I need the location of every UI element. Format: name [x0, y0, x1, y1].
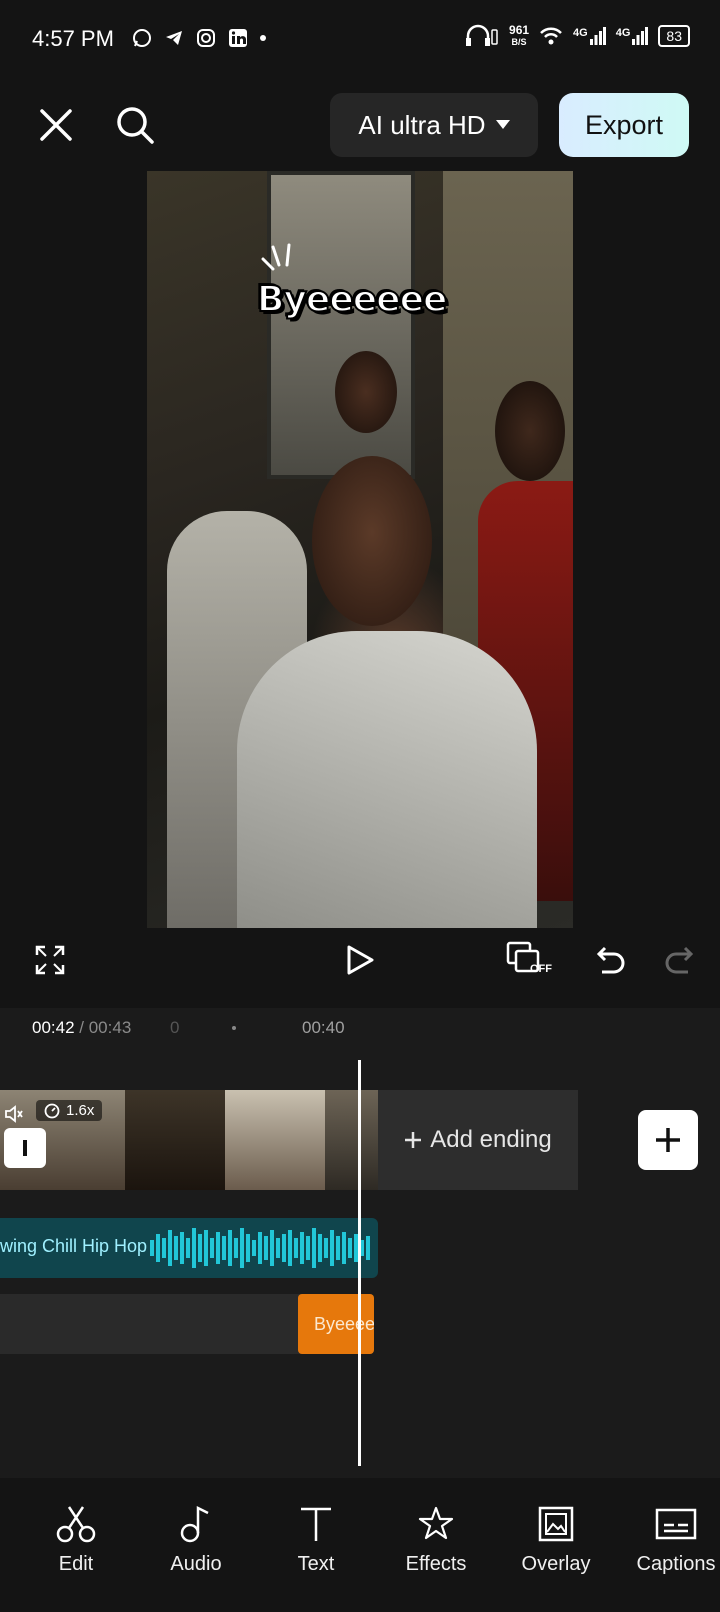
undo-icon [596, 946, 625, 974]
sparkle-lines-icon [261, 243, 291, 271]
net-speed: 961 B/S [509, 23, 530, 47]
video-thumbnail [125, 1090, 225, 1190]
tool-text-label: Text [297, 1553, 335, 1575]
redo-icon [665, 946, 694, 974]
plus-icon [656, 1128, 680, 1152]
preview-window-graphic [267, 171, 415, 479]
system-status: 961 B/S 4G 4G 83 [465, 24, 690, 48]
resolution-dropdown[interactable]: AI ultra HD [330, 93, 538, 157]
text-sticker[interactable]: Byeeeeee [256, 278, 448, 321]
add-ending-label: Add ending [430, 1126, 552, 1153]
clip-trim-handle[interactable] [4, 1128, 46, 1168]
add-ending-button[interactable]: Add ending [378, 1090, 578, 1190]
search-button[interactable] [113, 103, 157, 147]
preview-face-center [312, 456, 432, 626]
audio-track-clip[interactable]: wing Chill Hip Hop [0, 1218, 378, 1278]
play-button[interactable] [338, 935, 382, 985]
play-icon [347, 945, 374, 975]
tool-captions[interactable]: Captions [616, 1505, 720, 1576]
signal-bars-icon [589, 27, 606, 45]
tool-effects-label: Effects [405, 1553, 467, 1575]
fullscreen-button[interactable] [28, 935, 72, 985]
add-clip-button[interactable] [638, 1110, 698, 1170]
status-time: 4:57 PM [32, 26, 114, 51]
tool-text[interactable]: Text [256, 1505, 376, 1576]
keyframe-off-button[interactable]: OFF [506, 935, 556, 985]
fullscreen-icon [35, 945, 65, 975]
more-notifications-dot [260, 35, 266, 41]
text-clip[interactable]: Byeeee [298, 1294, 374, 1354]
signal-2: 4G [616, 27, 649, 45]
overlay-image-icon [538, 1506, 574, 1542]
captions-icon [655, 1508, 697, 1540]
redo-button[interactable] [660, 935, 700, 985]
signal-bars-icon [632, 27, 649, 45]
preview-person-center [237, 631, 537, 928]
timeline-tick-partial: 0 [170, 1018, 180, 1037]
battery-indicator: 83 [658, 25, 690, 47]
speed-label: 1.6x [66, 1102, 95, 1119]
notification-icons [132, 28, 266, 48]
video-thumbnail [325, 1090, 380, 1190]
speed-icon [44, 1103, 60, 1118]
video-preview[interactable]: Byeeeeee [147, 171, 573, 928]
caret-down-icon [495, 120, 510, 129]
text-icon [301, 1507, 331, 1541]
mute-icon[interactable] [4, 1104, 24, 1124]
whatsapp-icon [133, 29, 151, 47]
export-button[interactable]: Export [559, 93, 689, 157]
search-icon [117, 107, 154, 144]
tool-overlay[interactable]: Overlay [496, 1505, 616, 1576]
video-thumbnail [225, 1090, 325, 1190]
linkedin-icon [229, 29, 247, 47]
music-note-icon [180, 1505, 209, 1543]
close-button[interactable] [34, 103, 78, 147]
tool-captions-label: Captions [636, 1553, 716, 1575]
tool-effects[interactable]: Effects [376, 1505, 496, 1576]
playhead[interactable] [358, 1060, 361, 1466]
tool-edit-label: Edit [58, 1553, 94, 1575]
resolution-label: AI ultra HD [358, 109, 486, 140]
timecode: 00:42 / 00:43 [32, 1018, 131, 1038]
undo-button[interactable] [590, 935, 630, 985]
timeline-tick-label: 00:40 [302, 1018, 345, 1037]
headphones-icon [466, 24, 498, 46]
tool-audio-label: Audio [170, 1553, 222, 1575]
effects-star-icon [418, 1506, 454, 1540]
wifi-icon [540, 27, 562, 45]
audio-track-label: wing Chill Hip Hop [0, 1236, 148, 1256]
status-bar: 4:57 PM 961 B/S 4G 4G 83 [0, 0, 720, 80]
scissors-icon [56, 1506, 96, 1543]
close-icon [40, 109, 72, 141]
total-time: / 00:43 [79, 1018, 132, 1037]
preview-face-right [495, 381, 565, 481]
tool-edit[interactable]: Edit [16, 1505, 136, 1576]
preview-face-back [335, 351, 397, 433]
tool-audio[interactable]: Audio [136, 1505, 256, 1576]
off-badge: OFF [530, 963, 552, 975]
timeline-tick-dot [232, 1026, 236, 1030]
plus-icon [405, 1132, 422, 1148]
current-time: 00:42 [32, 1018, 75, 1037]
signal-1: 4G [573, 27, 606, 45]
text-track-lane [0, 1294, 305, 1354]
telegram-icon [166, 31, 182, 45]
instagram-icon [197, 29, 215, 47]
tool-overlay-label: Overlay [521, 1553, 591, 1575]
speed-badge: 1.6x [36, 1100, 103, 1121]
